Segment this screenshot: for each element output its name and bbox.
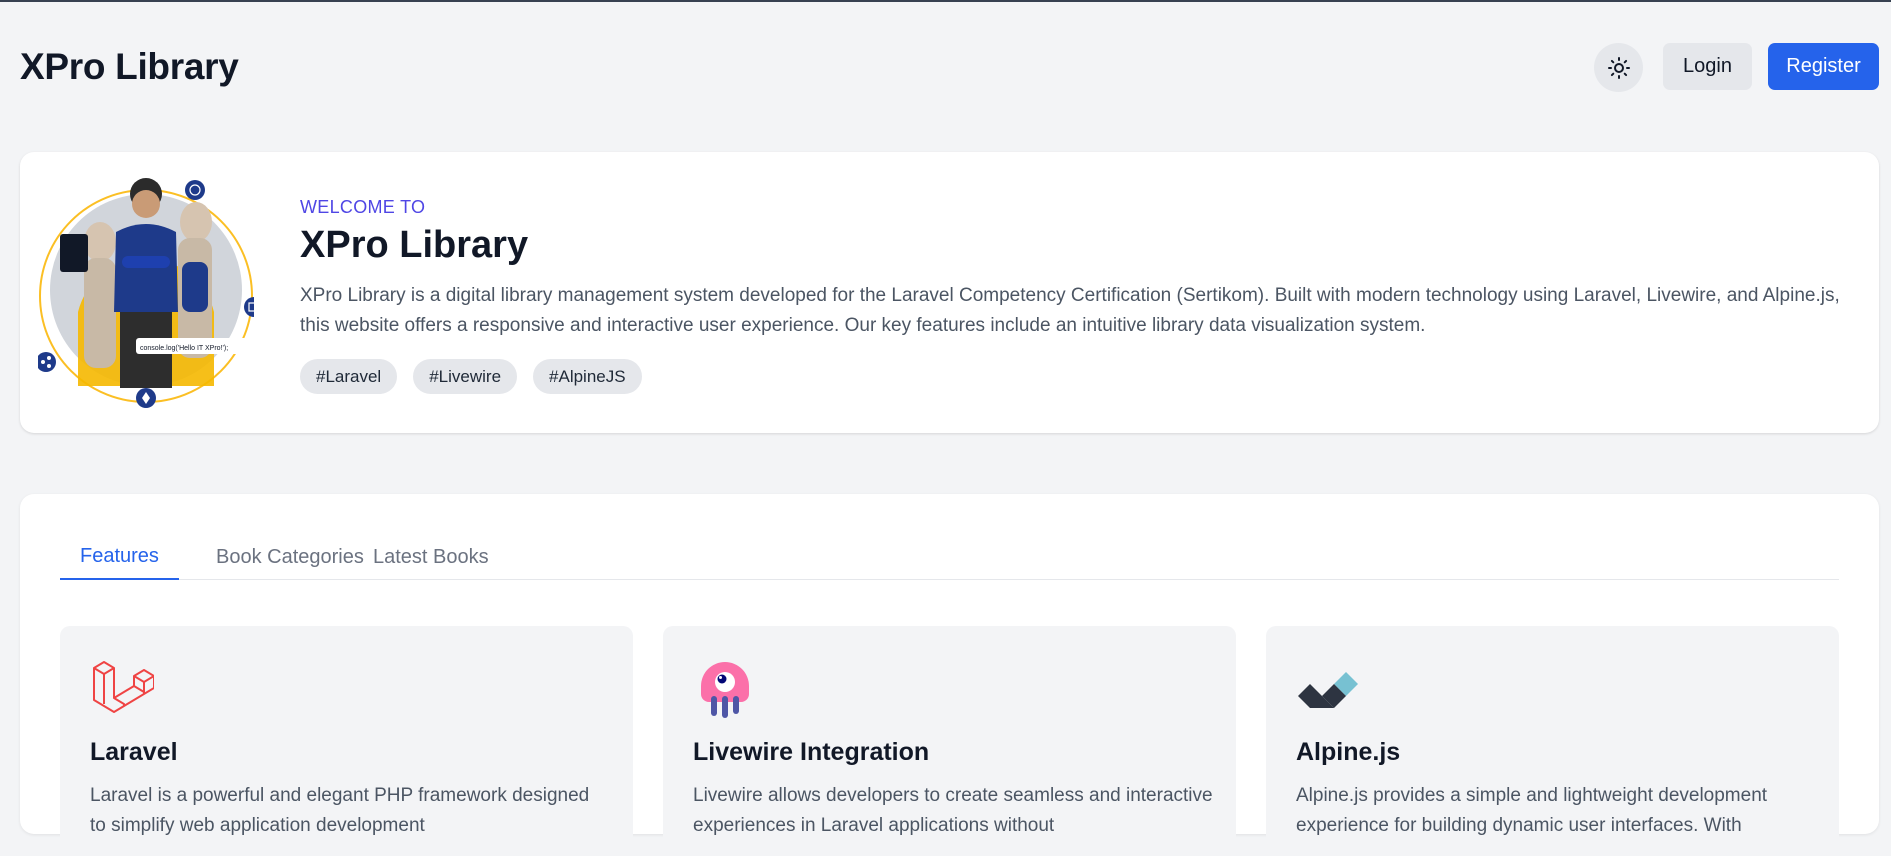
feature-title: Laravel — [90, 738, 178, 766]
feature-description: Livewire allows developers to create sea… — [693, 785, 1213, 836]
laravel-icon — [93, 661, 154, 713]
feature-card-laravel: Laravel Laravel is a powerful and elegan… — [60, 626, 633, 856]
tab-latest-books[interactable]: Latest Books — [353, 534, 509, 580]
feature-card-livewire: Livewire Integration Livewire allows dev… — [663, 626, 1236, 856]
tag-laravel[interactable]: #Laravel — [300, 359, 398, 394]
alpinejs-icon — [1298, 672, 1358, 708]
theme-toggle-button[interactable] — [1594, 43, 1643, 92]
tag-livewire[interactable]: #Livewire — [413, 359, 518, 394]
livewire-icon — [701, 662, 749, 718]
hero-description: XPro Library is a digital library manage… — [300, 285, 1840, 336]
feature-card-alpinejs: Alpine.js Alpine.js provides a simple an… — [1266, 626, 1839, 856]
content-card: Features Book Categories Latest Books La… — [20, 494, 1879, 856]
site-header: XPro Library Login Register — [0, 0, 1891, 140]
tag-list: #Laravel #Livewire #AlpineJS — [300, 359, 642, 394]
tab-bar: Features Book Categories Latest Books — [60, 534, 1839, 580]
sun-icon — [1607, 56, 1630, 79]
login-button[interactable]: Login — [1663, 43, 1752, 90]
tab-features[interactable]: Features — [60, 534, 179, 580]
console-caption: console.log('Hello IT XPro!'); — [140, 345, 228, 352]
hero-card: console.log('Hello IT XPro!'); WELCOME T… — [20, 152, 1879, 433]
team-illustration: console.log('Hello IT XPro!'); — [38, 178, 254, 408]
site-brand[interactable]: XPro Library — [20, 46, 239, 88]
hero-title: XPro Library — [300, 224, 529, 266]
register-button[interactable]: Register — [1768, 43, 1879, 90]
feature-title: Livewire Integration — [693, 738, 930, 766]
feature-description: Laravel is a powerful and elegant PHP fr… — [90, 785, 590, 836]
tag-alpinejs[interactable]: #AlpineJS — [533, 359, 642, 394]
welcome-label: WELCOME TO — [300, 197, 426, 217]
feature-description: Alpine.js provides a simple and lightwei… — [1296, 785, 1768, 836]
feature-title: Alpine.js — [1296, 738, 1401, 766]
